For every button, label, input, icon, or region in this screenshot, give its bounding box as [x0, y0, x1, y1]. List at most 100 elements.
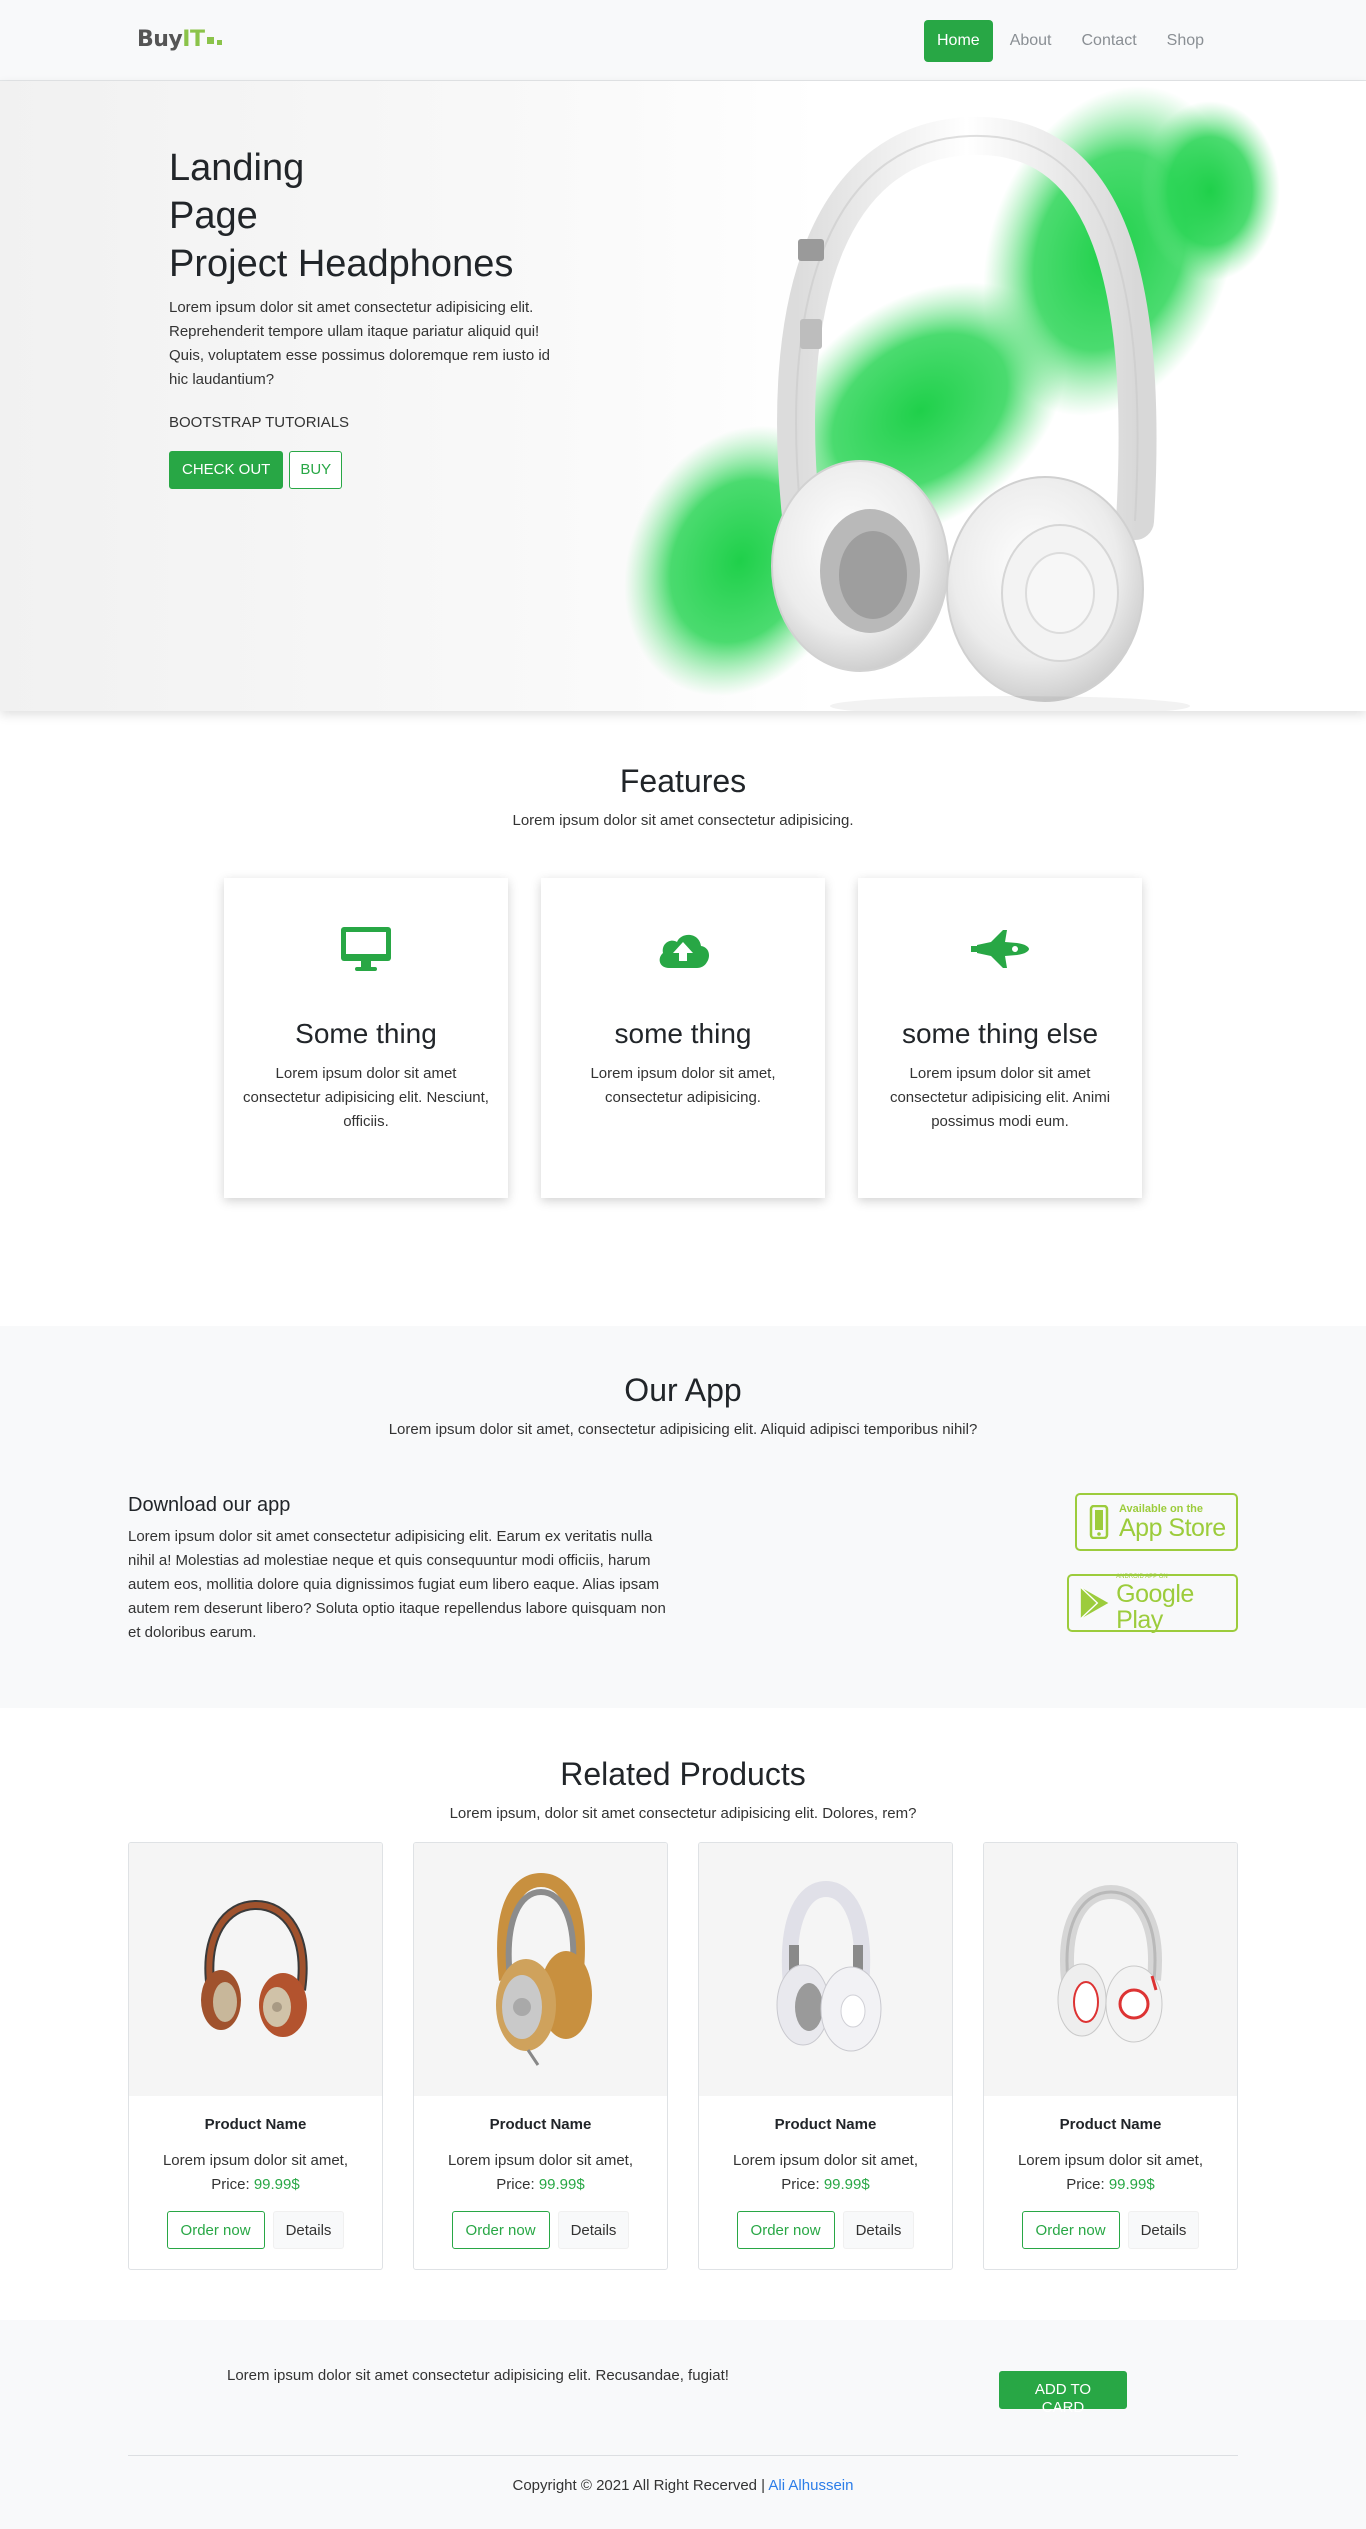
space-shuttle-icon: [858, 922, 1142, 976]
order-now-button[interactable]: Order now: [1021, 2211, 1120, 2249]
products-subtitle: Lorem ipsum, dolor sit amet consectetur …: [449, 1805, 917, 1822]
app-heading: Download our app: [128, 1494, 291, 1516]
product-price: 99.99$: [1108, 2176, 1155, 2193]
main-nav: Home About Contact Shop: [924, 20, 1221, 62]
phone-icon: [1089, 1505, 1109, 1539]
feature-cards: Some thing Lorem ipsum dolor sit amet co…: [224, 878, 1142, 1198]
play-icon: [1080, 1586, 1109, 1620]
product-image: [984, 1843, 1237, 2096]
brand-name-suffix: IT: [182, 27, 205, 52]
features-section: Features Lorem ipsum dolor sit amet cons…: [0, 711, 1366, 1326]
footer-divider: [128, 2455, 1238, 2456]
order-now-button[interactable]: Order now: [451, 2211, 550, 2249]
product-name: Product Name: [489, 2116, 592, 2133]
hero-title-line3: Project Headphones: [169, 243, 514, 285]
product-description: Lorem ipsum dolor sit amet, Price: 99.99…: [414, 2149, 667, 2197]
hero-title-line1: Landing: [169, 147, 305, 189]
product-description: Lorem ipsum dolor sit amet, Price: 99.99…: [129, 2149, 382, 2197]
product-description: Lorem ipsum dolor sit amet, Price: 99.99…: [984, 2149, 1237, 2197]
feature-card-text: Lorem ipsum dolor sit amet consectetur a…: [889, 1065, 1111, 1130]
app-download-block: Download our app Lorem ipsum dolor sit a…: [128, 1494, 673, 1645]
product-price-label: Price:: [1066, 2176, 1105, 2193]
product-buttons: Order now Details: [984, 2211, 1237, 2249]
nav-item-about[interactable]: About: [997, 20, 1065, 62]
copyright: Copyright © 2021 All Right Recerved | Al…: [0, 2477, 1366, 2494]
hero-title-line2: Page: [169, 195, 258, 237]
desktop-icon: [224, 922, 508, 976]
app-text: Lorem ipsum dolor sit amet consectetur a…: [128, 1528, 666, 1641]
product-buttons: Order now Details: [414, 2211, 667, 2249]
add-to-card-button[interactable]: ADD TO CARD: [999, 2371, 1127, 2416]
feature-card: Some thing Lorem ipsum dolor sit amet co…: [224, 878, 508, 1198]
google-play-big-text: Google Play: [1116, 1580, 1194, 1634]
hero-description: Lorem ipsum dolor sit amet consectetur a…: [169, 299, 551, 388]
features-title: Features: [619, 763, 747, 799]
product-name: Product Name: [204, 2116, 307, 2133]
product-card: Product Name Lorem ipsum dolor sit amet,…: [128, 1842, 383, 2270]
cloud-upload-icon: [541, 922, 825, 976]
details-button[interactable]: Details: [557, 2211, 630, 2249]
product-desc-text: Lorem ipsum dolor sit amet,: [447, 2152, 634, 2169]
check-out-button[interactable]: CHECK OUT: [169, 451, 284, 489]
product-name: Product Name: [1059, 2116, 1162, 2133]
product-price: 99.99$: [538, 2176, 585, 2193]
nav-item-shop[interactable]: Shop: [1154, 20, 1217, 62]
product-image: [699, 1843, 952, 2096]
google-play-badge[interactable]: ANDROID APP ON Google Play: [1067, 1574, 1238, 1634]
app-store-big-text: App Store: [1119, 1514, 1226, 1542]
product-price-label: Price:: [211, 2176, 250, 2193]
products-section: Related Products Lorem ipsum, dolor sit …: [0, 1708, 1366, 2320]
details-button[interactable]: Details: [1127, 2211, 1200, 2249]
app-store-badge[interactable]: Available on the App Store: [1075, 1493, 1238, 1551]
app-section: Our App Lorem ipsum dolor sit amet, cons…: [0, 1326, 1366, 1708]
product-desc-text: Lorem ipsum dolor sit amet,: [732, 2152, 919, 2169]
feature-card-text: Lorem ipsum dolor sit amet consectetur a…: [243, 1065, 489, 1130]
product-card: Product Name Lorem ipsum dolor sit amet,…: [698, 1842, 953, 2270]
brand-name-prefix: Buy: [137, 27, 183, 52]
hero-text: Landing Page Project Headphones Lorem ip…: [169, 144, 569, 489]
copyright-text: Copyright © 2021 All Right Recerved |: [512, 2477, 766, 2494]
product-description: Lorem ipsum dolor sit amet, Price: 99.99…: [699, 2149, 952, 2197]
hero-section: Landing Page Project Headphones Lorem ip…: [0, 81, 1366, 711]
feature-card-title: some thing: [614, 1018, 752, 1049]
features-subtitle: Lorem ipsum dolor sit amet consectetur a…: [512, 812, 854, 829]
hero-title: Landing Page Project Headphones: [169, 144, 569, 288]
footer: Lorem ipsum dolor sit amet consectetur a…: [0, 2320, 1366, 2529]
product-buttons: Order now Details: [699, 2211, 952, 2249]
hero-buttons: CHECK OUT BUY: [169, 451, 569, 489]
details-button[interactable]: Details: [842, 2211, 915, 2249]
product-desc-text: Lorem ipsum dolor sit amet,: [162, 2152, 349, 2169]
product-image: [129, 1843, 382, 2096]
product-name: Product Name: [774, 2116, 877, 2133]
brand-dots-icon: [207, 36, 215, 44]
nav-item-contact[interactable]: Contact: [1069, 20, 1150, 62]
feature-card-title: Some thing: [295, 1018, 437, 1049]
details-button[interactable]: Details: [272, 2211, 345, 2249]
feature-card: some thing else Lorem ipsum dolor sit am…: [858, 878, 1142, 1198]
order-now-button[interactable]: Order now: [736, 2211, 835, 2249]
navbar: BuyIT Home About Contact Shop: [0, 0, 1366, 81]
feature-card-text: Lorem ipsum dolor sit amet, consectetur …: [590, 1065, 776, 1106]
product-price: 99.99$: [253, 2176, 300, 2193]
products-title: Related Products: [560, 1756, 806, 1792]
product-image: [414, 1843, 667, 2096]
feature-card: some thing Lorem ipsum dolor sit amet, c…: [541, 878, 825, 1198]
app-subtitle: Lorem ipsum dolor sit amet, consectetur …: [388, 1421, 978, 1438]
author-link[interactable]: Ali Alhussein: [768, 2477, 853, 2494]
product-price-label: Price:: [781, 2176, 820, 2193]
product-buttons: Order now Details: [129, 2211, 382, 2249]
product-card: Product Name Lorem ipsum dolor sit amet,…: [983, 1842, 1238, 2270]
product-card: Product Name Lorem ipsum dolor sit amet,…: [413, 1842, 668, 2270]
nav-item-home[interactable]: Home: [924, 20, 993, 62]
product-price-label: Price:: [496, 2176, 535, 2193]
brand-logo[interactable]: BuyIT: [137, 27, 215, 52]
product-desc-text: Lorem ipsum dolor sit amet,: [1017, 2152, 1204, 2169]
headphones-hero-image: [624, 86, 1280, 711]
order-now-button[interactable]: Order now: [166, 2211, 265, 2249]
app-title: Our App: [624, 1372, 742, 1408]
product-cards: Product Name Lorem ipsum dolor sit amet,…: [128, 1842, 1238, 2270]
hero-tag: BOOTSTRAP TUTORIALS: [169, 414, 350, 431]
product-price: 99.99$: [823, 2176, 870, 2193]
buy-button[interactable]: BUY: [289, 451, 343, 489]
footer-text: Lorem ipsum dolor sit amet consectetur a…: [227, 2367, 729, 2384]
